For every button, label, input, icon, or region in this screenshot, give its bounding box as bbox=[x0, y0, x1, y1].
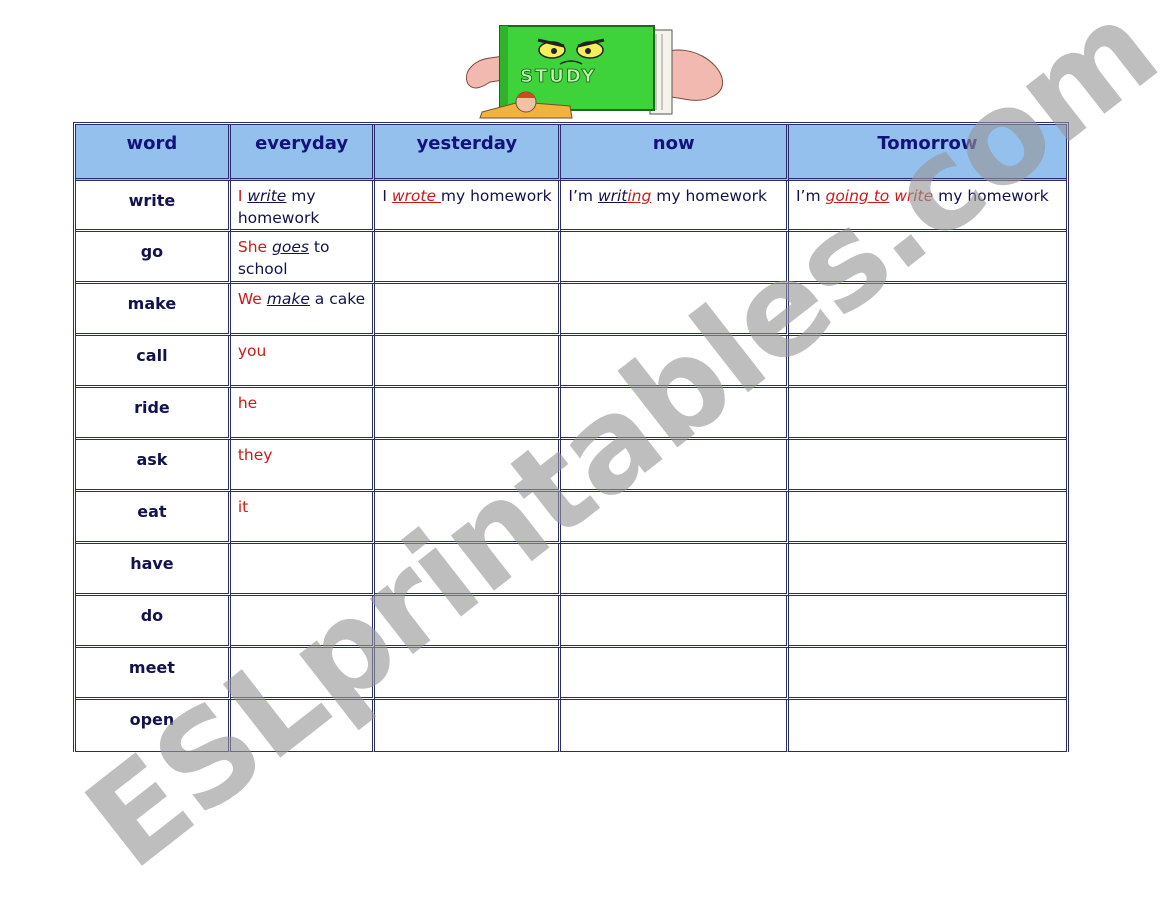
word-cell: ride bbox=[76, 388, 231, 440]
yesterday-cell[interactable] bbox=[375, 284, 562, 336]
aux: going to bbox=[825, 187, 890, 205]
everyday-cell[interactable] bbox=[230, 648, 376, 700]
study-label: STUDY bbox=[520, 66, 597, 87]
header-row: word everyday yesterday now Tomorrow bbox=[76, 125, 1066, 181]
rest: my homework bbox=[651, 187, 767, 205]
yesterday-cell[interactable] bbox=[375, 544, 562, 596]
tomorrow-cell[interactable] bbox=[788, 544, 1066, 596]
table-row: open bbox=[76, 700, 1066, 752]
word-cell: make bbox=[76, 284, 231, 336]
subject: I’m bbox=[795, 187, 826, 205]
now-cell[interactable] bbox=[561, 440, 789, 492]
yesterday-cell[interactable] bbox=[375, 440, 562, 492]
tomorrow-cell[interactable] bbox=[788, 232, 1066, 284]
yesterday-cell[interactable] bbox=[375, 336, 562, 388]
tomorrow-cell[interactable] bbox=[788, 492, 1066, 544]
subject: We bbox=[237, 290, 262, 308]
word-cell: ask bbox=[76, 440, 231, 492]
table-row: eat it bbox=[76, 492, 1066, 544]
rest: my homework bbox=[440, 187, 552, 205]
word-cell: have bbox=[76, 544, 231, 596]
everyday-cell[interactable]: they bbox=[230, 440, 376, 492]
yesterday-cell[interactable] bbox=[375, 648, 562, 700]
word-cell: go bbox=[76, 232, 231, 284]
yesterday-cell[interactable] bbox=[375, 700, 562, 752]
verb-tense-table: word everyday yesterday now Tomorrow wri… bbox=[73, 122, 1069, 752]
tomorrow-cell[interactable] bbox=[788, 596, 1066, 648]
everyday-cell[interactable] bbox=[230, 700, 376, 752]
tomorrow-cell[interactable] bbox=[788, 440, 1066, 492]
header-now: now bbox=[561, 125, 789, 181]
word-cell: do bbox=[76, 596, 231, 648]
everyday-cell[interactable] bbox=[230, 544, 376, 596]
subject: they bbox=[237, 446, 273, 464]
subject: it bbox=[237, 498, 249, 516]
everyday-cell[interactable]: I write my homework bbox=[230, 181, 376, 232]
table-row: have bbox=[76, 544, 1066, 596]
now-cell[interactable] bbox=[561, 284, 789, 336]
verb: write bbox=[247, 187, 287, 205]
table-row: call you bbox=[76, 336, 1066, 388]
now-cell[interactable] bbox=[561, 648, 789, 700]
table-row: write I write my homework I wrote my hom… bbox=[76, 181, 1066, 232]
tomorrow-cell[interactable]: I’m going to write my homework bbox=[788, 181, 1066, 232]
verb: write bbox=[894, 187, 934, 205]
now-cell[interactable] bbox=[561, 544, 789, 596]
subject: I’m bbox=[568, 187, 598, 205]
now-cell[interactable] bbox=[561, 336, 789, 388]
word-cell: open bbox=[76, 700, 231, 752]
subject: She bbox=[237, 238, 268, 256]
yesterday-cell[interactable] bbox=[375, 388, 562, 440]
verb-stem: writ bbox=[597, 187, 628, 205]
tomorrow-cell[interactable] bbox=[788, 336, 1066, 388]
tomorrow-cell[interactable] bbox=[788, 388, 1066, 440]
everyday-cell[interactable]: She goes to school bbox=[230, 232, 376, 284]
word-cell: meet bbox=[76, 648, 231, 700]
header-yesterday: yesterday bbox=[375, 125, 562, 181]
subject: I bbox=[237, 187, 243, 205]
rest: a cake bbox=[309, 290, 366, 308]
table-row: ride he bbox=[76, 388, 1066, 440]
table-row: meet bbox=[76, 648, 1066, 700]
verb: goes bbox=[272, 238, 309, 256]
word-cell: eat bbox=[76, 492, 231, 544]
now-cell[interactable] bbox=[561, 700, 789, 752]
subject: I bbox=[382, 187, 392, 205]
tomorrow-cell[interactable] bbox=[788, 284, 1066, 336]
header-word: word bbox=[76, 125, 231, 181]
everyday-cell[interactable]: you bbox=[230, 336, 376, 388]
table-row: do bbox=[76, 596, 1066, 648]
yesterday-cell[interactable] bbox=[375, 232, 562, 284]
now-cell[interactable] bbox=[561, 388, 789, 440]
tomorrow-cell[interactable] bbox=[788, 700, 1066, 752]
everyday-cell[interactable]: it bbox=[230, 492, 376, 544]
now-cell[interactable] bbox=[561, 596, 789, 648]
yesterday-cell[interactable]: I wrote my homework bbox=[375, 181, 562, 232]
table-row: go She goes to school bbox=[76, 232, 1066, 284]
tomorrow-cell[interactable] bbox=[788, 648, 1066, 700]
now-cell[interactable]: I’m writing my homework bbox=[561, 181, 789, 232]
table-row: ask they bbox=[76, 440, 1066, 492]
everyday-cell[interactable]: he bbox=[230, 388, 376, 440]
word-cell: write bbox=[76, 181, 231, 232]
rest: my homework bbox=[933, 187, 1049, 205]
verb: wrote bbox=[391, 187, 441, 205]
header-everyday: everyday bbox=[230, 125, 376, 181]
subject: he bbox=[237, 394, 258, 412]
header-tomorrow: Tomorrow bbox=[788, 125, 1066, 181]
now-cell[interactable] bbox=[561, 232, 789, 284]
yesterday-cell[interactable] bbox=[375, 596, 562, 648]
verb: make bbox=[266, 290, 310, 308]
verb-suffix: ing bbox=[627, 187, 652, 205]
yesterday-cell[interactable] bbox=[375, 492, 562, 544]
now-cell[interactable] bbox=[561, 492, 789, 544]
everyday-cell[interactable]: We make a cake bbox=[230, 284, 376, 336]
subject: you bbox=[237, 342, 267, 360]
study-book-clipart: STUDY bbox=[466, 25, 724, 119]
everyday-cell[interactable] bbox=[230, 596, 376, 648]
word-cell: call bbox=[76, 336, 231, 388]
table-row: make We make a cake bbox=[76, 284, 1066, 336]
